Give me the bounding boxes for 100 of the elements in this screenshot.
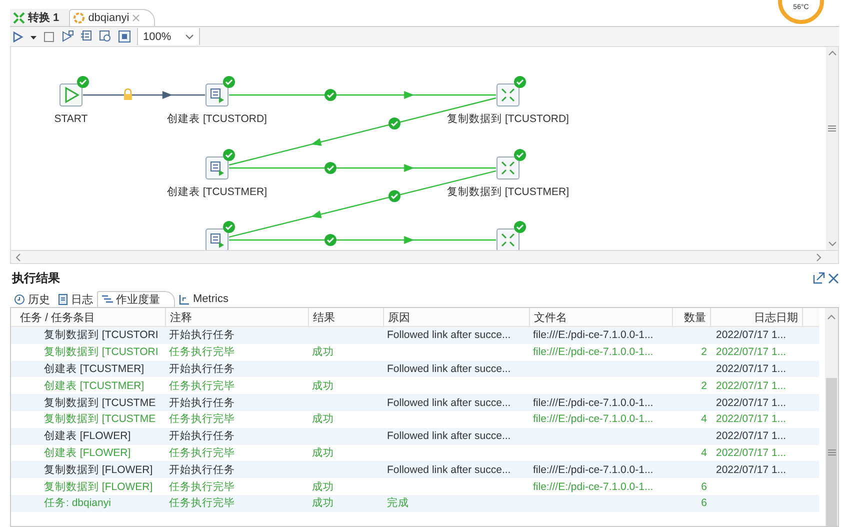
scrollbar[interactable] [825,308,838,526]
script-node-icon[interactable] [206,84,228,106]
script-node-icon[interactable] [206,156,228,180]
task-cell: 任务: dbqianyi [44,497,111,510]
chart-icon [179,294,190,304]
count-cell: 6 [701,480,707,493]
result-cell: 成功 [312,446,334,459]
job-icon [73,12,86,24]
copy-node-icon[interactable] [496,84,520,106]
editor-tab[interactable]: dbqianyi [69,9,156,26]
close-icon[interactable] [828,272,839,284]
note-cell: 开始执行任务 [169,430,235,442]
node-label: 复制数据到 [TCUSTMER] [446,186,570,198]
date-cell: 2022/07/17 1... [716,380,786,392]
node-label: 创建表 [TCUSTMER] [166,186,268,198]
task-cell: 创建表 [FLOWER] [44,446,131,459]
script-icon[interactable] [80,30,93,43]
note-cell: 开始执行任务 [169,396,235,409]
result-cell: 成功 [312,413,334,426]
result-cell: 成功 [312,380,334,392]
count-cell: 2 [701,380,707,392]
run-icon[interactable] [12,30,24,42]
column-header[interactable]: 结果 [309,308,384,326]
reason-cell: Followed link after succe... [387,430,511,442]
column-header[interactable]: 注释 [166,308,309,326]
column-header[interactable]: 任务 / 任务条目 [16,308,166,326]
result-cell: 成功 [312,480,334,493]
column-header[interactable]: 文件名 [530,308,673,326]
task-cell: 创建表 [FLOWER] [44,430,131,442]
date-cell: 2022/07/17 1... [716,430,786,442]
count-cell: 4 [701,446,707,459]
file-cell: file:///E:/pdi-ce-7.1.0.0-1... [533,396,654,409]
document-icon [58,294,68,304]
count-cell: 2 [701,346,707,358]
column-header[interactable]: 日志日期 [711,308,803,326]
task-cell: 复制数据到 [TCUSTME [44,396,156,409]
panel-title: 执行结果 [10,270,60,286]
zoom-select[interactable]: 100% [137,28,200,45]
script-node-icon[interactable] [206,228,228,250]
results-tab[interactable]: 日志 [54,291,97,307]
reason-cell: Followed link after succe... [387,329,511,342]
column-header[interactable]: 原因 [384,308,530,326]
date-cell: 2022/07/17 1... [716,446,786,459]
note-cell: 任务执行完毕 [169,346,235,358]
preview-icon[interactable] [61,30,74,43]
copy-node-icon[interactable] [496,228,520,250]
task-cell: 复制数据到 [FLOWER] [44,464,153,476]
scrollbar[interactable] [826,47,838,250]
date-cell: 2022/07/17 1... [716,464,786,476]
results-tab[interactable]: 历史 [10,291,54,307]
start-node-icon[interactable] [60,84,82,106]
clock-icon [14,294,25,304]
results-tab[interactable]: Metrics [175,291,232,307]
note-cell: 任务执行完毕 [169,497,235,510]
fit-icon[interactable] [118,30,131,43]
grip-icon[interactable] [828,125,836,132]
close-icon[interactable] [132,14,140,22]
stop-icon[interactable] [43,30,55,42]
task-cell: 创建表 [TCUSTMER] [44,380,144,392]
note-cell: 任务执行完毕 [169,380,235,392]
date-cell: 2022/07/17 1... [716,413,786,426]
note-cell: 开始执行任务 [169,362,235,375]
date-cell: 2022/07/17 1... [716,329,786,342]
scroll-thumb[interactable] [826,378,837,526]
scrollbar[interactable] [11,250,838,263]
file-cell: file:///E:/pdi-ce-7.1.0.0-1... [533,346,654,358]
column-header[interactable]: 数量 [673,308,711,326]
task-cell: 创建表 [TCUSTMER] [44,362,144,375]
reason-cell: Followed link after succe... [387,464,511,476]
file-cell: file:///E:/pdi-ce-7.1.0.0-1... [533,413,654,426]
grip-icon[interactable] [828,448,836,456]
date-cell: 2022/07/17 1... [716,396,786,409]
date-cell: 2022/07/17 1... [716,362,786,375]
transformation-icon [13,12,25,24]
result-cell: 成功 [312,497,334,510]
reason-cell: 完成 [387,497,409,510]
task-cell: 复制数据到 [FLOWER] [44,480,153,493]
note-cell: 开始执行任务 [169,329,235,342]
reason-cell: Followed link after succe... [387,362,511,375]
note-cell: 任务执行完毕 [169,480,235,493]
node-label: 创建表 [TCUSTORD] [167,113,267,125]
count-cell: 4 [701,413,707,426]
zoom-icon[interactable] [99,30,112,43]
count-cell: 6 [701,497,707,510]
reason-cell: Followed link after succe... [387,396,511,409]
file-cell: file:///E:/pdi-ce-7.1.0.0-1... [533,464,654,476]
node-label: 复制数据到 [TCUSTORD] [447,113,569,125]
note-cell: 任务执行完毕 [169,446,235,459]
chevron-icon [185,34,194,40]
copy-node-icon[interactable] [496,156,520,180]
task-cell: 复制数据到 [TCUSTME [44,413,156,426]
note-cell: 任务执行完毕 [169,413,235,426]
list-icon [102,294,113,305]
results-tab[interactable]: 作业度量 [97,291,175,307]
file-cell: file:///E:/pdi-ce-7.1.0.0-1... [533,329,654,342]
task-cell: 复制数据到 [TCUSTORI [44,329,158,342]
maximize-icon[interactable] [813,272,825,284]
date-cell: 2022/07/17 1... [716,346,786,358]
editor-tab[interactable]: 转换 1 [10,9,70,26]
note-cell: 开始执行任务 [169,464,235,476]
